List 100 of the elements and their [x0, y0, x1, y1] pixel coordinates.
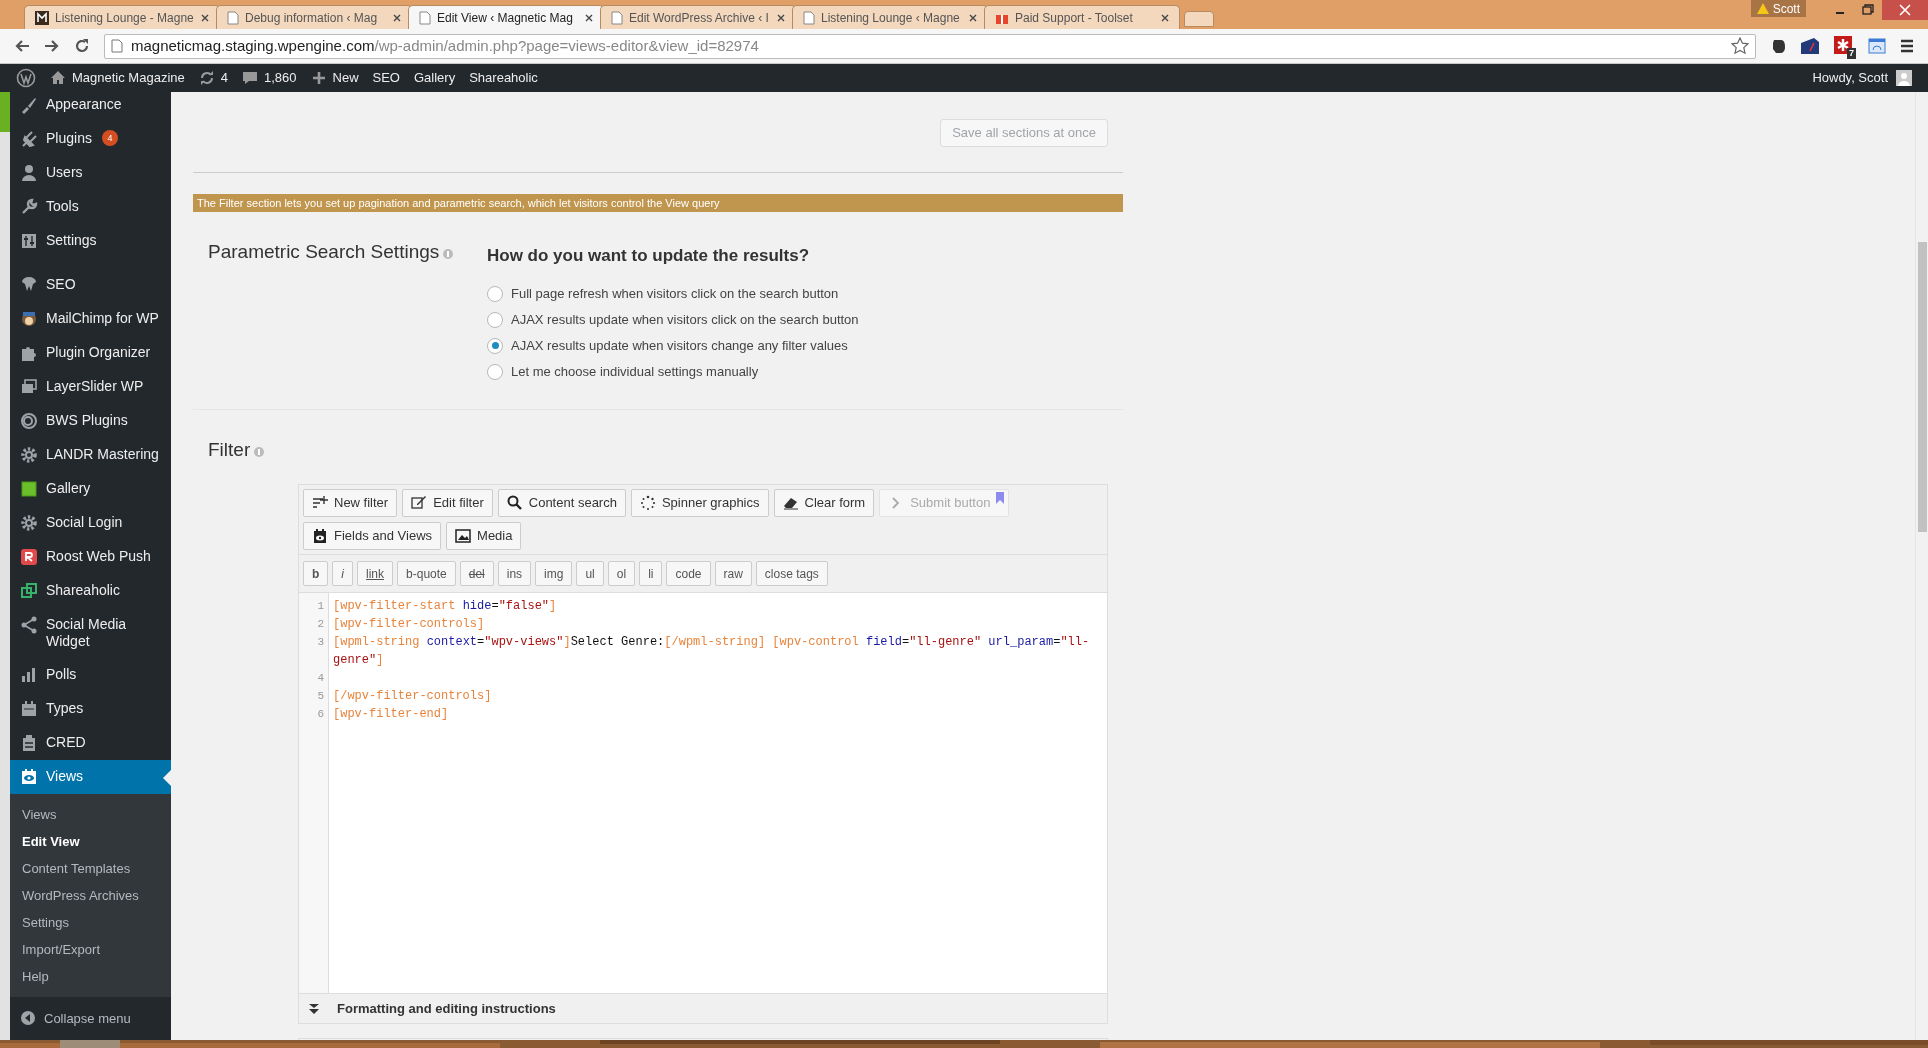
menu-item[interactable]: LayerSlider WP: [10, 369, 171, 404]
toolbar-button[interactable]: Spinner graphics: [630, 489, 769, 517]
menu-item[interactable]: Social Login: [10, 505, 171, 540]
layers-icon: [20, 377, 38, 396]
square-icon: [20, 479, 38, 498]
close-icon: [1882, 0, 1928, 20]
format-button[interactable]: img: [535, 561, 573, 586]
toolbar-button[interactable]: Fields and Views: [303, 522, 442, 550]
menu-item[interactable]: Users: [10, 156, 171, 190]
radio-button[interactable]: [487, 311, 503, 328]
menu-item[interactable]: Gallery: [10, 471, 171, 506]
filter-plus-icon: [312, 495, 328, 511]
menu-item[interactable]: CRED: [10, 725, 171, 760]
code-editor[interactable]: [299, 593, 1107, 993]
home-icon: [50, 70, 66, 86]
close-icon: [201, 13, 209, 22]
share-icon: [20, 615, 38, 634]
new-tab-button[interactable]: [1184, 11, 1214, 27]
menu-item[interactable]: SEO: [10, 267, 171, 302]
gear-icon: [20, 445, 38, 464]
menu-item[interactable]: Settings: [10, 224, 171, 258]
menu-item[interactable]: Roost Web Push: [10, 539, 171, 574]
menu-item[interactable]: Shareaholic: [10, 573, 171, 608]
format-button[interactable]: b: [303, 561, 329, 586]
account-menu[interactable]: Howdy, Scott: [1812, 68, 1912, 88]
submenu-item[interactable]: Settings: [10, 908, 171, 936]
radio-button[interactable]: [487, 285, 503, 302]
menu-item[interactable]: Views: [10, 759, 171, 794]
count-badge: 4: [101, 130, 118, 146]
toolbar-button[interactable]: Edit filter: [402, 489, 493, 517]
submenu-item[interactable]: Views: [10, 800, 171, 828]
brush-icon: [20, 96, 38, 114]
help-icon: [254, 446, 265, 457]
menu-item[interactable]: Plugins 4: [10, 122, 171, 156]
toolbar-link[interactable]: 1,860: [241, 68, 297, 88]
page-icon: [419, 10, 431, 25]
format-button[interactable]: code: [666, 561, 711, 586]
radio-option[interactable]: AJAX results update when visitors change any filter values: [487, 332, 859, 359]
code-line: [wpml-string context="wpv-views"]Select Genre:[/wpml-string] [wpv-control field="ll-genre" url_param="ll-: [333, 634, 1091, 651]
toolbar-link[interactable]: Gallery: [414, 68, 456, 88]
format-button[interactable]: raw: [714, 561, 752, 586]
radio-button[interactable]: [487, 337, 503, 354]
plus-icon: [310, 70, 327, 86]
radio-option[interactable]: Let me choose individual settings manually: [487, 358, 859, 385]
address-bar[interactable]: magneticmag.staging.wpengine.com/wp-admin/admin.php?page=views-editor&view_id=82974: [104, 33, 1756, 59]
menu-item[interactable]: MailChimp for WP: [10, 301, 171, 336]
submenu-item[interactable]: WordPress Archives: [10, 881, 171, 909]
warning-icon: [1756, 3, 1769, 14]
page-icon: [111, 39, 123, 53]
radio-option[interactable]: AJAX results update when visitors click on the search button: [487, 306, 859, 333]
menu-item[interactable]: Social Media Widget: [10, 607, 171, 658]
format-button[interactable]: del: [459, 561, 494, 586]
toolbar-button[interactable]: Content search: [497, 489, 626, 517]
submenu-item[interactable]: Help: [10, 962, 171, 990]
format-button[interactable]: ins: [497, 561, 532, 586]
scrollbar[interactable]: [1915, 92, 1928, 1040]
pencil-square-icon: [411, 495, 428, 511]
menu-item[interactable]: BWS Plugins: [10, 403, 171, 438]
menu-icon: [1900, 39, 1914, 53]
menu-item[interactable]: Appearance: [10, 88, 171, 122]
menu-item[interactable]: Plugin Organizer: [10, 335, 171, 370]
notice-banner: The Filter section lets you set up pagination and parametric search, which let visitors control the View query: [193, 194, 1123, 212]
toolbar-link[interactable]: Magnetic Magazine: [50, 68, 185, 88]
submenu-item[interactable]: Edit View: [10, 827, 171, 855]
toolbar-button[interactable]: Media: [446, 522, 522, 550]
format-button[interactable]: b-quote: [397, 561, 456, 586]
profile-button[interactable]: Scott: [1750, 0, 1806, 17]
bar-chart-icon: [20, 665, 38, 684]
format-button[interactable]: i: [332, 561, 353, 586]
extension-badge: 7: [1847, 48, 1856, 59]
format-button[interactable]: close tags: [755, 561, 828, 586]
eye-icon: [20, 767, 38, 786]
circles-icon: [20, 411, 38, 430]
toolbar-link[interactable]: 4: [198, 68, 228, 88]
radio-option[interactable]: Full page refresh when visitors click on the search button: [487, 280, 859, 307]
submenu-item[interactable]: Content Templates: [10, 854, 171, 882]
menu-item[interactable]: Polls: [10, 657, 171, 692]
help-icon: [443, 249, 454, 259]
submenu-item[interactable]: Import/Export: [10, 935, 171, 963]
toolbar-link[interactable]: Shareaholic: [469, 68, 538, 88]
format-button[interactable]: link: [357, 561, 394, 586]
menu-item[interactable]: Types: [10, 691, 171, 726]
toolbar-button[interactable]: New filter: [303, 489, 398, 517]
menu-item[interactable]: LANDR Mastering: [10, 437, 171, 472]
overlap-squares-icon: [20, 581, 38, 600]
toolbar-link[interactable]: New: [310, 68, 359, 88]
format-button[interactable]: ol: [607, 561, 636, 586]
menu-item[interactable]: Tools: [10, 190, 171, 224]
browser-tab[interactable]: Paid Support - Toolset: [984, 5, 1180, 29]
toolbar-button[interactable]: Clear form: [773, 489, 875, 517]
code-line: [/wpv-filter-controls]: [333, 688, 493, 705]
radio-button[interactable]: [487, 363, 503, 380]
collapse-menu-button[interactable]: Collapse menu: [10, 996, 171, 1040]
close-icon: [1161, 13, 1169, 22]
speech-bubble-icon: [241, 70, 258, 86]
toolbar-link[interactable]: SEO: [372, 68, 400, 88]
gear-icon: [20, 513, 38, 532]
line-number: 4: [317, 671, 324, 686]
format-button[interactable]: li: [639, 561, 663, 586]
format-button[interactable]: ul: [576, 561, 604, 586]
